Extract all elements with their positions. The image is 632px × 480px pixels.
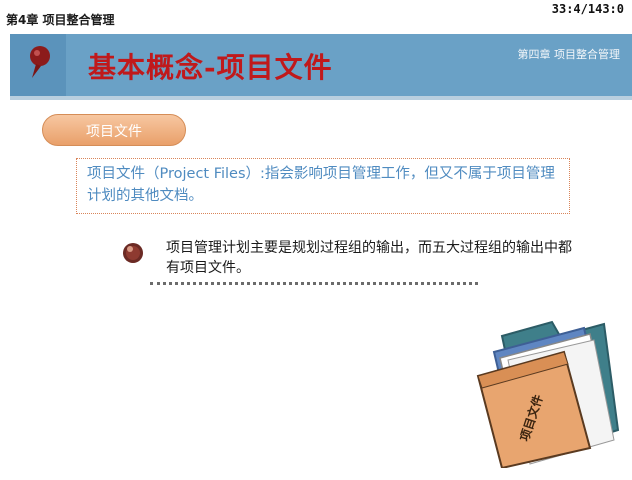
dotted-divider — [150, 282, 478, 285]
title-banner: 基本概念-项目文件 第四章 项目整合管理 — [10, 34, 632, 96]
section-pill-label: 项目文件 — [86, 124, 142, 140]
bullet-ball-icon — [122, 242, 144, 268]
definition-box: 项目文件（Project Files）:指会影响项目管理工作，但又不属于项目管理… — [76, 158, 570, 214]
slide-counter: 33:4/143:0 — [551, 2, 624, 16]
top-bar: 第4章 项目整合管理 33:4/143:0 — [0, 0, 632, 36]
pushpin-icon — [28, 44, 52, 88]
folder-icon: 项目文件 — [472, 318, 622, 472]
section-pill: 项目文件 — [42, 114, 186, 146]
definition-text: 项目文件（Project Files）:指会影响项目管理工作，但又不属于项目管理… — [87, 166, 555, 204]
bullet-text: 项目管理计划主要是规划过程组的输出，而五大过程组的输出中都有项目文件。 — [166, 240, 572, 276]
banner-subtitle: 第四章 项目整合管理 — [517, 48, 621, 61]
page-title: 基本概念-项目文件 — [88, 51, 333, 84]
chapter-label: 第4章 项目整合管理 — [6, 13, 115, 27]
